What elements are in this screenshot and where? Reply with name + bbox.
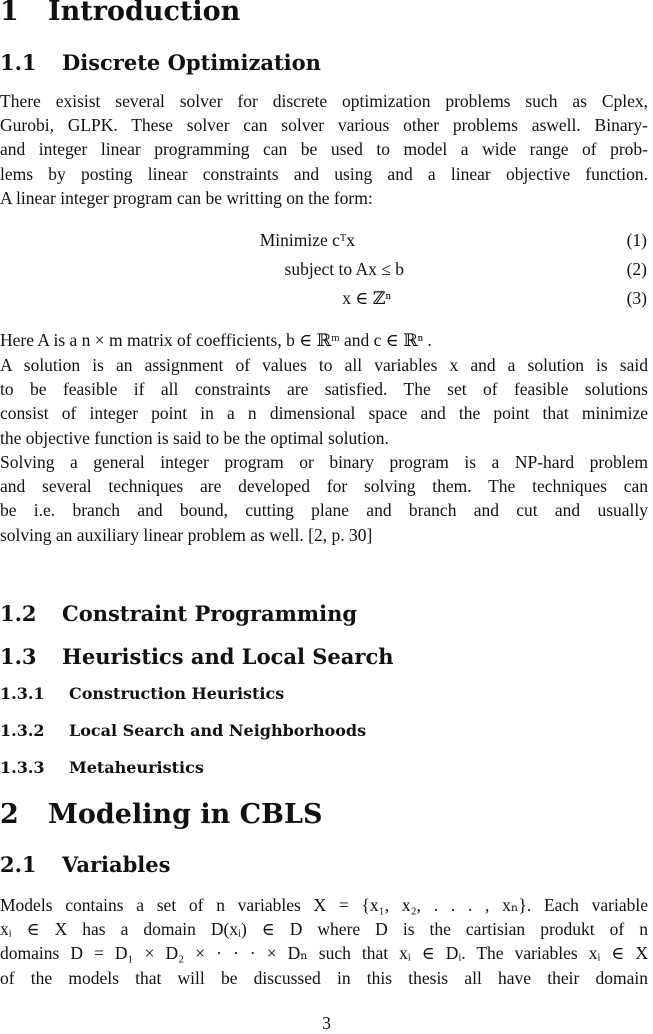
equation-3: x ∈ ℤⁿ: [342, 288, 391, 308]
text-line: Gurobi, GLPK. These solver can solver va…: [0, 115, 648, 136]
paragraph-intro: There exisist several solver for discret…: [0, 89, 648, 210]
subsection-number: 1.3: [0, 644, 37, 669]
text-line: lems by posting linear constraints and u…: [0, 163, 648, 184]
subsubsection-heading-construction-heuristics: 1.3.1 Construction Heuristics: [0, 684, 284, 704]
section-number: 2: [0, 799, 19, 830]
subsection-title: Heuristics and Local Search: [62, 644, 394, 669]
text-line: of the models that will be discussed in …: [0, 967, 648, 988]
subsubsection-title: Local Search and Neighborhoods: [69, 721, 367, 740]
paragraph-solving: Solving a general integer program or bin…: [0, 450, 648, 547]
text-line: Solving a general integer program or bin…: [0, 452, 648, 472]
text-line: the objective function is said to be the…: [0, 427, 389, 448]
subsubsection-number: 1.3.1: [0, 684, 45, 703]
text-line: domains D = D₁ × D₂ × · · · × Dₙ such th…: [0, 943, 648, 964]
section-title: Introduction: [48, 0, 241, 27]
subsection-heading-variables: 2.1 Variables: [0, 853, 170, 877]
text-line: A linear integer program can be writting…: [0, 187, 373, 208]
equation-1: Minimize cᵀx: [259, 230, 355, 250]
subsubsection-number: 1.3.3: [0, 758, 45, 777]
section-number: 1: [0, 0, 19, 27]
text-line: and several techniques are developed for…: [0, 476, 648, 497]
subsection-heading-discrete-optimization: 1.1 Discrete Optimization: [0, 51, 321, 75]
subsection-title: Discrete Optimization: [62, 50, 321, 75]
text-line: to be feasible if all constraints are sa…: [0, 379, 648, 400]
document-page: 1 Introduction 1.1 Discrete Optimization T…: [0, 0, 653, 1034]
subsection-number: 1.2: [0, 601, 37, 626]
section-heading-modeling-in-cbls: 2 Modeling in CBLS: [0, 800, 322, 830]
text-line: solving an auxiliary linear problem as w…: [0, 524, 373, 545]
subsection-heading-constraint-programming: 1.2 Constraint Programming: [0, 602, 357, 626]
page-number: 3: [322, 1013, 331, 1033]
subsection-title: Constraint Programming: [62, 601, 358, 626]
text-line: xᵢ ∈ X has a domain D(xᵢ) ∈ D where D is…: [0, 919, 648, 940]
paragraph-solution: A solution is an assignment of values to…: [0, 353, 648, 450]
paragraph-here: Here A is a n × m matrix of coefficients…: [0, 328, 648, 352]
text-line: and integer linear programming can be us…: [0, 139, 648, 160]
subsubsection-heading-local-search: 1.3.2 Local Search and Neighborhoods: [0, 721, 366, 741]
subsubsection-heading-metaheuristics: 1.3.3 Metaheuristics: [0, 758, 204, 778]
equation-number-1: (1): [626, 230, 647, 250]
text-line: consist of integer point in a n dimensio…: [0, 403, 648, 424]
subsection-number: 2.1: [0, 852, 37, 877]
subsubsection-title: Metaheuristics: [69, 758, 204, 777]
text-line: There exisist several solver for discret…: [0, 91, 648, 111]
equation-2: subject to Ax ≤ b: [284, 259, 404, 279]
text-line: Models contains a set of n variables X =…: [0, 895, 648, 915]
text-line: Here A is a n × m matrix of coefficients…: [0, 330, 432, 350]
subsection-number: 1.1: [0, 50, 37, 75]
equation-number-3: (3): [626, 288, 647, 308]
subsection-title: Variables: [62, 852, 171, 877]
paragraph-models: Models contains a set of n variables X =…: [0, 893, 648, 990]
subsubsection-title: Construction Heuristics: [69, 684, 285, 703]
subsection-heading-heuristics: 1.3 Heuristics and Local Search: [0, 645, 394, 669]
section-title: Modeling in CBLS: [48, 799, 323, 830]
subsubsection-number: 1.3.2: [0, 721, 45, 740]
text-line: A solution is an assignment of values to…: [0, 355, 648, 375]
equation-number-2: (2): [626, 259, 647, 279]
section-heading-introduction: 1 Introduction: [0, 0, 240, 27]
text-line: be i.e. branch and bound, cutting plane …: [0, 500, 648, 521]
